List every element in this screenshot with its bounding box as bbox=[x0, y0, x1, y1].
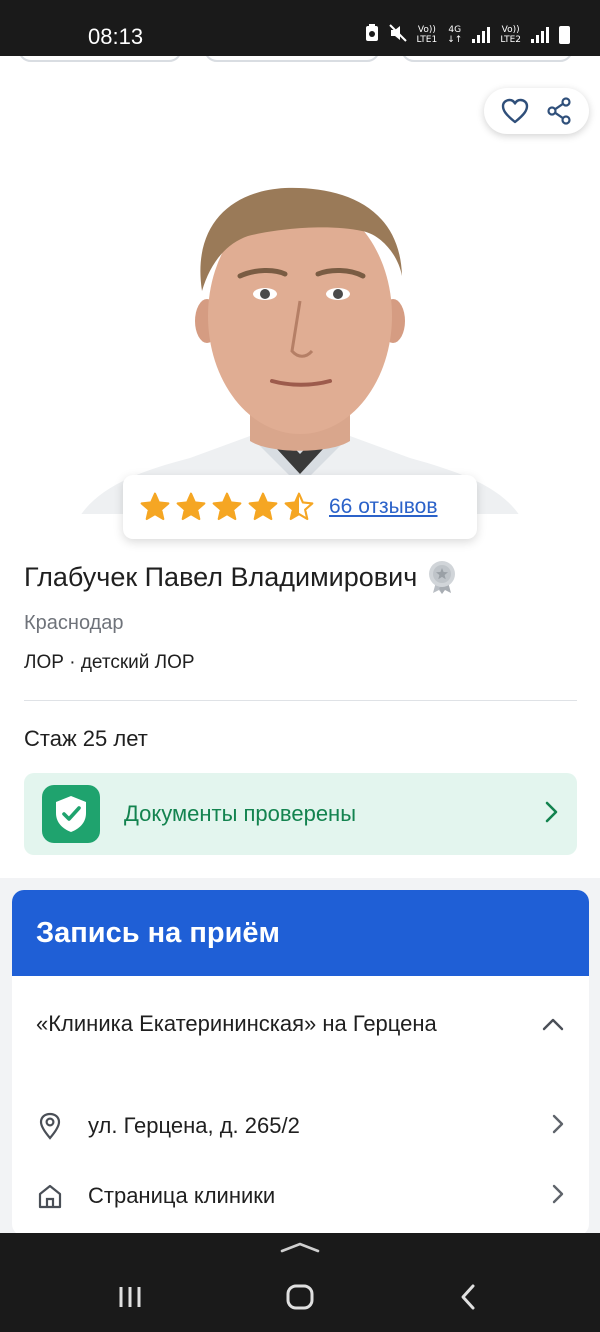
doctor-city: Краснодар bbox=[24, 612, 124, 634]
share-icon[interactable] bbox=[546, 97, 572, 125]
doctor-photo bbox=[81, 187, 519, 514]
star-filled-icon bbox=[248, 492, 278, 521]
doctor-info: Глабучек Павел Владимирович Краснодар ЛО… bbox=[0, 514, 600, 878]
reviews-link[interactable]: 66 отзывов bbox=[329, 495, 438, 519]
volte-lte2-icon: Vo)) LTE2 bbox=[500, 24, 521, 45]
recent-apps-icon bbox=[119, 1287, 141, 1307]
signal-icon bbox=[531, 26, 549, 43]
4g-icon: 4G ↓↑ bbox=[447, 24, 463, 45]
chevron-right-icon bbox=[551, 1183, 565, 1210]
battery-icon bbox=[559, 25, 570, 44]
doctor-specialty: ЛОР · детский ЛОР bbox=[24, 652, 195, 674]
clinic-page-link: Страница клиники bbox=[88, 1183, 276, 1208]
chevron-up-handle-icon[interactable] bbox=[280, 1241, 320, 1253]
volte-lte1-icon: Vo)) LTE1 bbox=[416, 24, 438, 45]
building-icon bbox=[36, 1182, 64, 1210]
clinic-address: ул. Герцена, д. 265/2 bbox=[88, 1113, 300, 1138]
booking-card: Запись на приём «Клиника Екатерининская»… bbox=[12, 890, 589, 1236]
divider bbox=[24, 700, 577, 701]
medal-icon[interactable] bbox=[427, 560, 457, 594]
clinic-address-row[interactable]: ул. Герцена, д. 265/2 bbox=[12, 1098, 589, 1154]
clinic-accordion[interactable]: «Клиника Екатерининская» на Герцена bbox=[12, 976, 589, 1072]
system-nav-bar bbox=[0, 1233, 600, 1332]
star-half-icon bbox=[284, 492, 314, 521]
chevron-right-icon bbox=[551, 1113, 565, 1140]
mute-icon bbox=[388, 24, 407, 45]
rating-stars bbox=[139, 491, 315, 523]
specialty-separator: · bbox=[63, 652, 81, 673]
action-pill bbox=[484, 88, 589, 134]
doctor-experience: Стаж 25 лет bbox=[24, 726, 148, 751]
filter-chip[interactable] bbox=[18, 56, 182, 62]
star-filled-icon bbox=[212, 492, 242, 521]
clinic-page-row[interactable]: Страница клиники bbox=[12, 1168, 589, 1224]
shield-check-icon bbox=[42, 785, 100, 843]
back-button[interactable] bbox=[448, 1281, 488, 1313]
signal-icon bbox=[472, 26, 491, 43]
doctor-name-row: Глабучек Павел Владимирович bbox=[24, 560, 457, 594]
status-icons: Vo)) LTE1 4G ↓↑ Vo)) LTE2 bbox=[365, 24, 570, 45]
booking-title: Запись на приём bbox=[36, 916, 280, 949]
filter-chip[interactable] bbox=[204, 56, 380, 62]
battery-saver-icon bbox=[365, 24, 379, 45]
star-filled-icon bbox=[140, 492, 170, 521]
rating-card: 66 отзывов bbox=[123, 475, 477, 539]
chevron-up-icon bbox=[542, 1018, 564, 1031]
location-pin-icon bbox=[36, 1112, 64, 1140]
documents-verified-label: Документы проверены bbox=[124, 801, 357, 826]
status-time: 08:13 bbox=[88, 24, 144, 49]
home-icon bbox=[286, 1284, 314, 1310]
recent-apps-button[interactable] bbox=[110, 1281, 150, 1313]
status-bar: 08:13 Vo)) LTE1 4G ↓↑ Vo)) LTE2 bbox=[0, 0, 600, 56]
specialty-main[interactable]: ЛОР bbox=[24, 652, 64, 673]
filter-chip[interactable] bbox=[401, 56, 573, 62]
filter-chips bbox=[0, 56, 600, 62]
doctor-name: Глабучек Павел Владимирович bbox=[24, 561, 418, 592]
doctor-hero bbox=[0, 56, 600, 514]
back-icon bbox=[461, 1284, 475, 1310]
home-button[interactable] bbox=[280, 1281, 320, 1313]
booking-header: Запись на приём bbox=[12, 890, 589, 976]
heart-icon[interactable] bbox=[501, 98, 529, 124]
chevron-right-icon bbox=[543, 800, 559, 829]
clinic-name: «Клиника Екатерининская» на Герцена bbox=[36, 1011, 437, 1036]
star-filled-icon bbox=[176, 492, 206, 521]
specialty-extra[interactable]: детский ЛОР bbox=[81, 652, 195, 673]
documents-verified-button[interactable]: Документы проверены bbox=[24, 773, 577, 855]
